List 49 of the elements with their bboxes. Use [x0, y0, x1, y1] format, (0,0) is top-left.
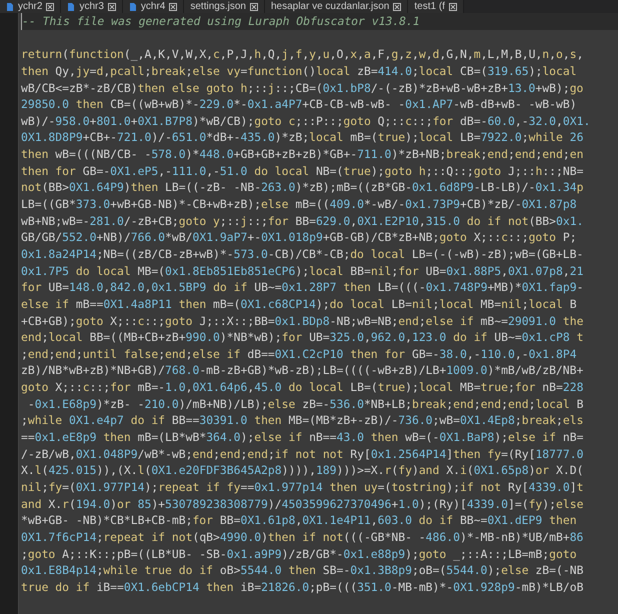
editor-tab[interactable]: ychr4 — [122, 0, 184, 13]
file-icon — [67, 2, 76, 10]
editor-tab[interactable]: ychr3 — [61, 0, 123, 13]
code-line: goto X;::c::;for mB=-1.0,0X1.64p6,45.0 do local LB=(true);local MB=true;for nB=228 — [21, 380, 584, 394]
code-line: 0X1.8D8P9+CB+-721.0)/-651.0*dB+-435.0)*zB;local mB=(true);local LB=7922.0;while 26 — [21, 130, 584, 144]
close-icon[interactable] — [108, 2, 116, 10]
code-line: then wB=(((NB/CB- -578.0)*448.0+GB+GB+zB+zB)*GB+-711.0)*zB+NB;break;end;end;end;en — [21, 147, 584, 162]
code-line: 0x1.E8B4p14;while true do if oB>5544.0 then SB=-0x1.3B8p9;oB=(5544.0);else zB=(-NB — [21, 563, 584, 578]
code-line: 0x1.8a24P14;NB=((zB/CB-zB+wB)*-573.0-CB)/CB*-CB;do local LB=(-(-wB)-zB);wB=(GB+LB- — [21, 246, 584, 261]
code-line: nil;fy=(0X1.977P14);repeat if fy==0x1.977p14 then uy=(tostring);if not Ry[4339.0]t — [21, 480, 584, 494]
code-line: GB/GB/552.0+NB)/766.0*wB/0X1.9aP7+-0X1.018p9+GB-GB)/CB*zB+NB;goto X;::c::;goto P; — [21, 230, 577, 244]
code-line: and X.r(194.0)or 85)+530789238308779)/4503599627370496+1.0);(Ry)[4339.0]=(fy);else — [21, 496, 584, 511]
close-icon[interactable] — [169, 2, 178, 10]
editor-tab[interactable]: test1 (f — [408, 0, 464, 13]
code-line: 0x1.7P5 do local MB=(0x1.8Eb851Eb851eCP6);local BB=nil;for UB=0x1.88P5,0X1.07p8,21 — [21, 264, 584, 278]
code-line: -0x1.E68p9)*zB- -210.0)/mB+NB)/LB);else zB=-536.0*NB+LB;break;end;end;end;local B — [26, 396, 584, 411]
code-line: X.l(425.015)),(X.l(0X1.e20FDF3B645A2p8)))),189)))>=X.r(fy)and X.i(0X1.65p8)or X.D( — [21, 463, 584, 478]
code-line: then Qy,jy=d,pcall;break;else vy=function()local zB=414.0;local CB=(319.65);local — [21, 64, 577, 78]
close-icon[interactable] — [448, 2, 457, 10]
close-icon[interactable] — [250, 2, 258, 10]
file-icon — [128, 2, 137, 10]
editor-tab[interactable]: hesaplar ve cuzdanlar.json — [264, 0, 408, 13]
close-icon[interactable] — [46, 2, 54, 10]
editor-tab[interactable]: settings.json — [184, 0, 265, 13]
code-line: else if mB==0X1.4a8P11 then mB=(0X1.c68CP14);do local LB=nil;local MB=nil;local B — [21, 296, 577, 311]
file-icon — [6, 2, 14, 10]
code-line: return(function(_,A,K,V,W,X,c,P,J,h,Q,j,f,y,u,O,x,a,F,g,z,w,d,G,N,m,L,M,B,U,n,o,s, — [21, 47, 584, 62]
code-line: ;goto A;::K::;pB=((LB*UB- -SB-0x1.a9P9)/zB/GB*-0x1.e88p9);goto _;::A::;LB=mB;goto — [21, 546, 577, 560]
code-line: then for GB=-0X1.eP5,-111.0,-51.0 do local NB=(true);goto h;::Q::;goto J;::h::;NB= — [21, 164, 584, 178]
code-line: 29850.0 then CB=((wB+wB)*-229.0*-0x1.a4P7+CB-CB-wB-wB- -0x1.AP7-wB-dB+wB- -wB-wB) — [21, 97, 577, 112]
code-comment: -- This file was generated using Luraph Obfuscator v13.8.1 — [22, 14, 420, 28]
code-line: true do if iB==0X1.6ebCP14 then iB=21826.0;pB=(((351.0-MB-mB)*-0X1.928p9-mB)*LB/oB — [21, 580, 584, 594]
code-line: wB/CB<=zB*-zB/CB)then else goto h;::j::;CB=(0x1.bP8/-(-zB)*zB+wB-wB+zB+13.0+wB);go — [21, 80, 584, 95]
code-line: wB+NB;wB=-281.0/-zB+CB;goto y;::j::;for BB=629.0,0X1.E2P10,315.0 do if not(BB>0x1. — [21, 214, 584, 228]
code-line: ;while 0X1.e4p7 do if BB==30391.0 then MB=(MB*zB+-zB)/-736.0;wB=0X1.4Ep8;break;els — [21, 413, 584, 428]
editor-tab[interactable]: ychr2 — [0, 0, 62, 13]
code-line: for UB=148.0,842.0,0x1.5BP9 do if UB~=0x1.28P7 then LB=(((-0x1.748P9+MB)*0X1.fap9- — [21, 280, 584, 294]
code-line: *wB+GB- -NB)*CB*LB+CB-mB;for BB=0X1.61p8,0X1.1e4P11,603.0 do if BB~=0X1.dEP9 then — [21, 513, 577, 528]
code-line: ;end;end;until false;end;else if dB==0X1.C2cP10 then for GB=-38.0,-110.0,-0x1.8P4 — [21, 346, 577, 361]
code-line: /-zB/wB,0X1.048P9/wB*-wB;end;end;end;if not not Ry[0x1.2564P14]then fy=(Ry[18777.0 — [21, 446, 584, 461]
code-line: +CB+GB);goto X;::c::;goto J;::X::;BB=0x1.BDp8-NB;wB=NB;end;else if mB~=29091.0 the — [21, 314, 584, 328]
code-line: 0X1.7f6cP14;repeat if not(qB>4990.0)then if not(((-GB*NB- -486.0)*-MB-nB)*UB/mB+86 — [21, 530, 584, 544]
code-line: zB)/NB*wB+zB)*NB+GB)/768.0-mB-zB+GB)*wB-zB);LB=((((-wB+zB)/LB+1009.0)*mB/wB/zB/NB+ — [21, 363, 584, 378]
code-line: wB)/-958.0+801.0+0X1.B7P8)*wB/CB);goto c;::P::;goto Q;::c::;for dB=-60.0,-32.0,0X1. — [21, 114, 590, 128]
code-line: LB=((GB*373.0+wB+GB-NB)*-CB+wB+zB);else mB=((409.0*-wB/-0x1.73P9+CB)*zB/-0X1.87p8 — [21, 197, 577, 212]
code-line: not(BB>0X1.64P9)then LB=((-zB- -NB-263.0)*zB);mB=((zB*GB-0x1.6d8P9-LB-LB)/-0x1.34p — [21, 180, 584, 194]
code-line: ==0x1.eE8p9 then mB=(LB*wB*364.0);else if nB==43.0 then wB=(-0X1.BaP8);else if nB= — [21, 430, 584, 444]
close-icon[interactable] — [393, 2, 402, 10]
code-line: end;local BB=((MB+CB+zB+990.0)*NB*wB);for UB=325.0,962.0,123.0 do if UB~=0x1.cP8 t — [21, 330, 584, 344]
